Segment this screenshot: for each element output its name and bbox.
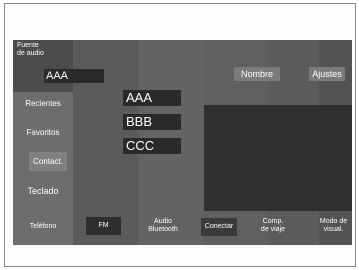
- list-item-aaa[interactable]: AAA: [123, 90, 181, 106]
- fm-button[interactable]: FM: [86, 217, 121, 235]
- list-item-ccc[interactable]: CCC: [123, 138, 181, 154]
- head-unit-screen: Fuente de audio AAA Nombre Ajustes Recie…: [13, 40, 352, 245]
- sidebar-item-recientes[interactable]: Recientes: [13, 99, 73, 108]
- sidebar-item-contactos[interactable]: Contact.: [29, 152, 67, 171]
- audio-source-label: Fuente de audio: [17, 42, 44, 57]
- sidebar-item-teclado[interactable]: Teclado: [13, 186, 73, 196]
- audio-source-selector[interactable]: AAA: [44, 69, 104, 83]
- audio-bluetooth-button[interactable]: Audio Bluetooth: [143, 216, 183, 236]
- sidebar-item-telefono[interactable]: Teléfono: [13, 223, 73, 230]
- content-panel: [204, 105, 352, 211]
- sidebar-item-favoritos[interactable]: Favoritos: [13, 128, 73, 137]
- trip-computer-button[interactable]: Comp. de viaje: [253, 216, 293, 236]
- list-item-bbb[interactable]: BBB: [123, 114, 181, 130]
- connect-button[interactable]: Conectar: [201, 218, 237, 236]
- name-button[interactable]: Nombre: [234, 67, 280, 81]
- display-mode-button[interactable]: Modo de visual.: [315, 216, 352, 236]
- settings-button[interactable]: Ajustes: [309, 67, 345, 81]
